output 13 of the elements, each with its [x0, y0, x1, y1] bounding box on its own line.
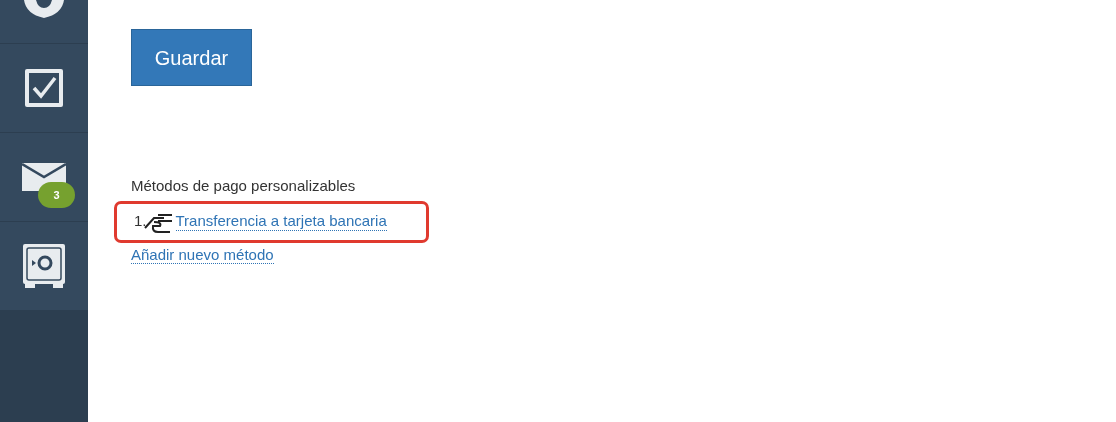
sidebar-item[interactable]: 3	[0, 133, 88, 222]
checkbox-icon	[23, 67, 65, 109]
safe-icon	[23, 244, 65, 288]
method-number: 1.	[134, 211, 147, 232]
save-button[interactable]: Guardar	[131, 29, 252, 86]
section-title: Métodos de pago personalizables	[131, 176, 357, 196]
add-method-link[interactable]: Añadir nuevo método	[131, 245, 274, 264]
sidebar-item[interactable]	[0, 0, 88, 44]
unread-count-badge: 3	[38, 182, 75, 208]
payment-method-link[interactable]: Transferencia a tarjeta bancaria	[175, 212, 387, 231]
sidebar-item[interactable]	[0, 44, 88, 133]
sidebar-item[interactable]	[0, 222, 88, 311]
user-icon	[22, 0, 66, 20]
